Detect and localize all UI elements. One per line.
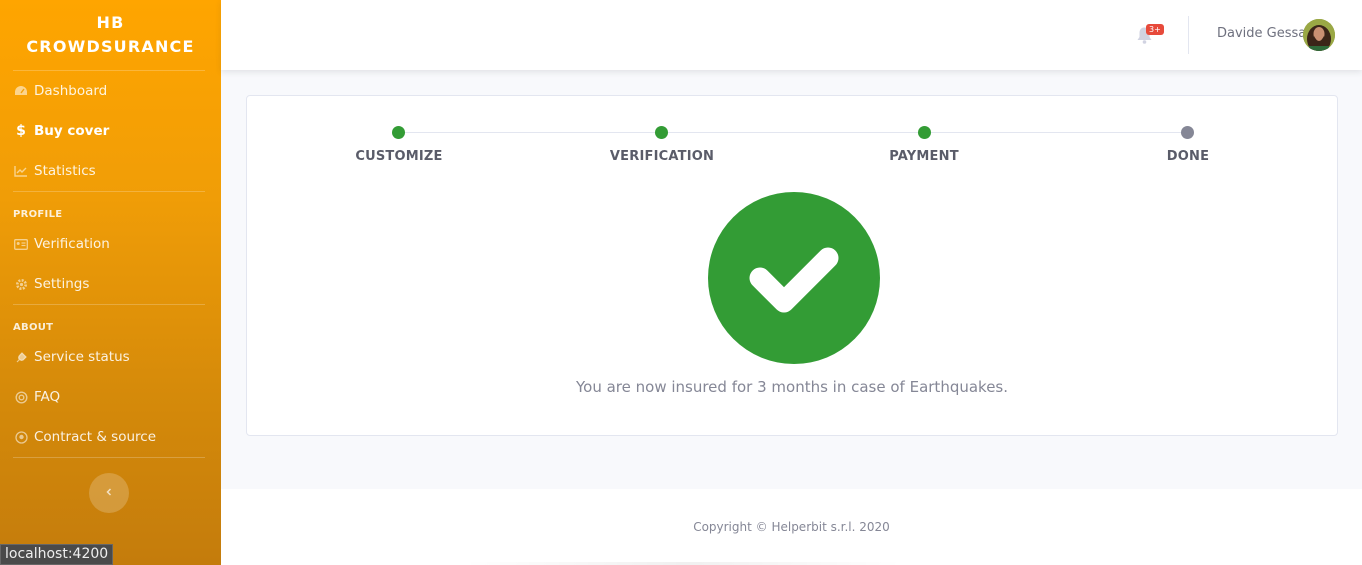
sidebar-item-label: Settings [34,276,90,292]
sidebar-item-label: FAQ [34,389,61,405]
brand-line-2: CROWDSURANCE [26,37,195,56]
step-label-verification: VERIFICATION [609,149,715,164]
success-badge [708,192,880,364]
avatar[interactable] [1303,19,1335,51]
step-label-customize: CUSTOMIZE [355,149,443,164]
sidebar-item-label: Verification [34,236,110,252]
sidebar-heading-about: ABOUT [13,322,54,333]
github-icon [14,430,28,444]
plug-icon [14,350,28,364]
brand-logo[interactable]: HB CROWDSURANCE [0,0,221,70]
step-label-done: DONE [1166,149,1210,164]
sidebar-item-contract-source[interactable]: Contract & source [0,417,221,457]
footer: Copyright © Helperbit s.r.l. 2020 [221,489,1362,565]
gear-icon [14,277,28,291]
id-card-icon [14,237,28,251]
sidebar-item-settings[interactable]: Settings [0,264,221,304]
sidebar-item-label: Contract & source [34,429,157,445]
chart-line-icon [14,164,28,178]
step-label-payment: PAYMENT [889,149,959,164]
sidebar-item-label: Buy cover [34,123,110,139]
sidebar-heading-profile: PROFILE [13,209,63,220]
sidebar-item-label: Service status [34,349,130,365]
tachometer-icon [14,84,28,98]
copyright-text: Copyright © Helperbit s.r.l. 2020 [693,520,890,534]
alerts-badge: 3+ [1146,24,1164,35]
sidebar-item-service-status[interactable]: Service status [0,337,221,377]
status-url: localhost:4200 [0,544,114,565]
sidebar-item-statistics[interactable]: Statistics [0,151,221,191]
purchase-result-card: CUSTOMIZE VERIFICATION PAYMENT DONE You … [246,95,1338,436]
sidebar-item-verification[interactable]: Verification [0,224,221,264]
step-dot-payment [918,126,931,139]
topbar-divider [1188,16,1189,54]
sidebar-item-dashboard[interactable]: Dashboard [0,71,221,111]
sidebar-item-buy-cover[interactable]: $ Buy cover [0,111,221,151]
life-ring-icon [14,390,28,404]
dollar-icon: $ [16,123,26,139]
sidebar-divider [13,457,205,458]
sidebar-item-faq[interactable]: FAQ [0,377,221,417]
sidebar-item-label: Dashboard [34,83,108,99]
step-dot-customize [392,126,405,139]
stepper-line [399,132,1188,133]
success-message: You are now insured for 3 months in case… [575,378,1009,396]
chevron-left-icon [105,486,113,500]
brand-line-1: HB [96,13,125,32]
stepper: CUSTOMIZE VERIFICATION PAYMENT DONE [247,96,1337,176]
sidebar: HB CROWDSURANCE Dashboard $ Buy cover St… [0,0,221,565]
sidebar-toggle-button[interactable] [89,473,129,513]
sidebar-item-label: Statistics [34,163,96,179]
topbar: 3+ Davide Gessa [221,0,1362,70]
user-name[interactable]: Davide Gessa [1217,26,1306,41]
step-dot-verification [655,126,668,139]
step-dot-done [1181,126,1194,139]
